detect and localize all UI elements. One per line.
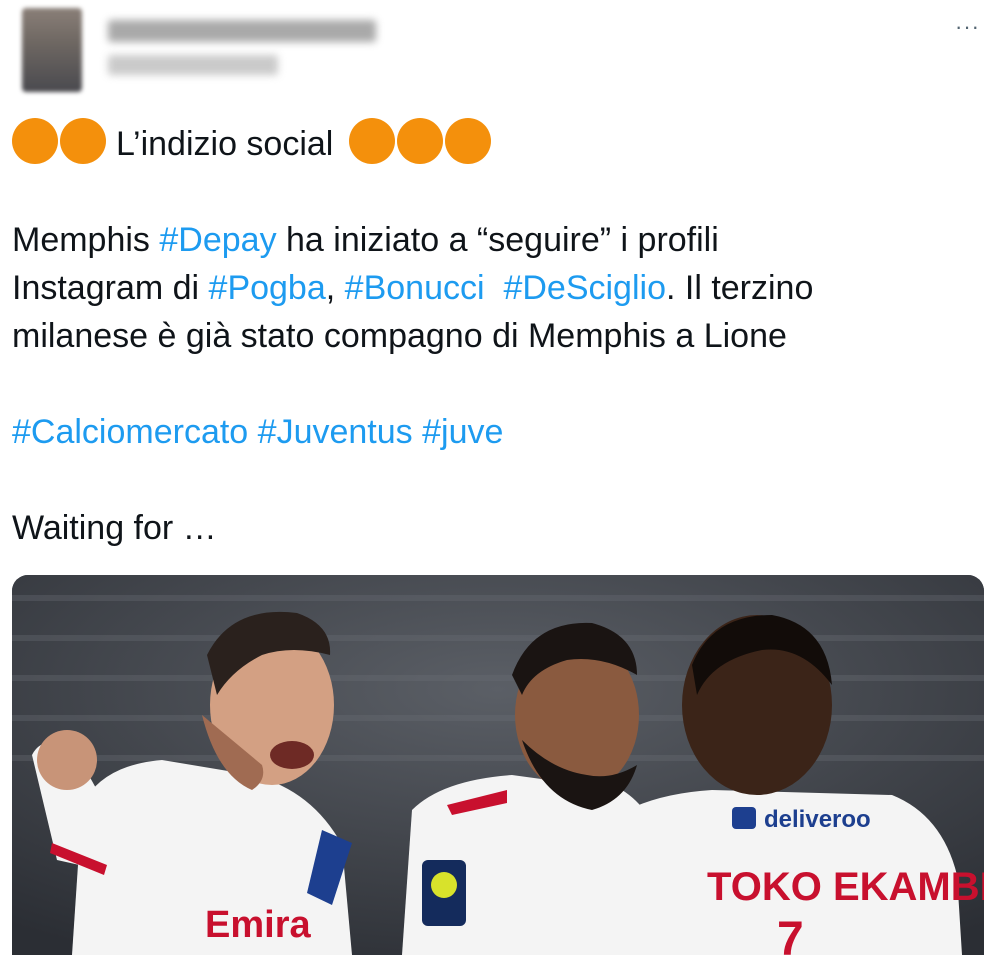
tweet-line-waiting: Waiting for …	[12, 509, 217, 547]
text-span: Instagram di	[12, 269, 209, 307]
orange-circle-icon	[12, 118, 58, 164]
text-span: Memphis	[12, 221, 160, 259]
shirt-player-name: TOKO EKAMBI	[707, 865, 984, 909]
orange-circle-icon	[396, 118, 443, 164]
hashtag-calciomercato-link[interactable]: #Calciomercato	[12, 413, 248, 451]
text-span: ,	[325, 269, 345, 307]
hashtag-bonucci-link[interactable]: #Bonucci	[345, 269, 485, 307]
hashtag-pogba-link[interactable]: #Pogba	[209, 269, 326, 307]
tweet-title-text: L’indizio social	[116, 125, 334, 163]
hashtag-depay-link[interactable]: #Depay	[159, 221, 276, 259]
hashtag-juventus-link[interactable]: #Juventus	[258, 413, 413, 451]
text-span: . Il terzino	[665, 269, 814, 307]
orange-circle-icon	[444, 118, 491, 164]
tweet-hashtags-line: #Calciomercato #Juventus #juve	[12, 408, 982, 456]
text-span	[485, 269, 504, 307]
football-players-photo: Emira deliveroo TOKO EKAMBI 7	[12, 575, 984, 955]
user-handle[interactable]	[108, 55, 278, 75]
tweet-line-4: milanese è già stato compagno di Memphis…	[12, 317, 787, 355]
shirt-deliveroo-text: deliveroo	[764, 806, 871, 833]
shirt-number: 7	[777, 913, 804, 955]
tweet-line-2: Memphis #Depay ha iniziato a “seguire” i…	[12, 216, 982, 264]
tweet-line-3: Instagram di #Pogba, #Bonucci #DeSciglio…	[12, 264, 982, 312]
orange-circle-icon	[60, 118, 106, 164]
more-options-button[interactable]: ···	[955, 14, 980, 40]
hashtag-desciglio-link[interactable]: #DeSciglio	[503, 269, 666, 307]
orange-circle-icon	[348, 118, 395, 164]
more-horizontal-icon: ···	[955, 14, 980, 39]
tweet-line-title: L’indizio social	[12, 118, 982, 168]
user-avatar[interactable]	[22, 8, 82, 92]
hashtag-juve-link[interactable]: #juve	[422, 413, 503, 451]
text-span: ha iniziato a “seguire” i profili	[276, 221, 719, 259]
tweet-photo[interactable]: Emira deliveroo TOKO EKAMBI 7	[12, 575, 984, 955]
shirt-sponsor-text: Emira	[205, 904, 311, 946]
tweet-text: L’indizio social Memphis #Depay ha inizi…	[12, 118, 982, 552]
user-display-name[interactable]	[108, 20, 376, 42]
